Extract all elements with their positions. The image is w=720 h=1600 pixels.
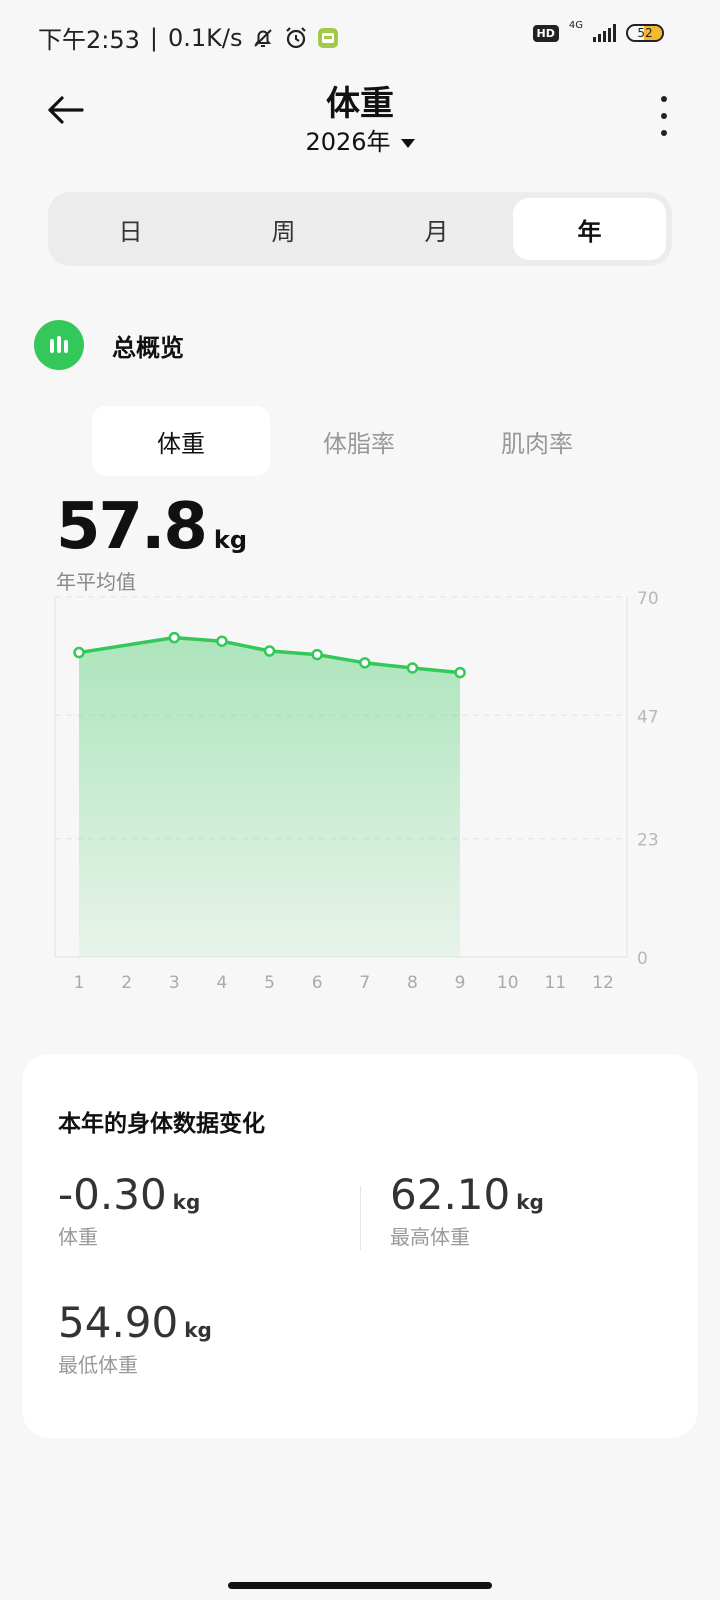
tab-body-fat[interactable]: 体脂率	[270, 406, 448, 476]
x-tick-label: 5	[264, 973, 275, 993]
app-notification-icon	[317, 27, 339, 49]
x-tick-label: 9	[455, 973, 466, 993]
network-type: 4G	[568, 19, 583, 31]
chart-data-point	[406, 662, 419, 674]
tab-year[interactable]: 年	[513, 198, 666, 260]
yearly-change-card: 本年的身体数据变化 -0.30 kg 体重 62.10 kg 最高体重 54.90 k…	[22, 1054, 698, 1438]
caret-down-icon	[400, 138, 415, 148]
bar-chart-icon	[34, 320, 84, 370]
metric-tabs: 体重 体脂率 肌肉率	[92, 406, 626, 476]
chart-data-point	[216, 635, 228, 647]
more-dot	[661, 113, 667, 119]
x-tick-label: 2	[121, 973, 132, 993]
x-tick-label: 10	[497, 973, 519, 993]
status-left: 下午2:53 | 0.1K/s	[38, 20, 339, 55]
stat-unit: kg	[516, 1190, 544, 1214]
x-tick-label: 12	[592, 973, 614, 993]
tab-week[interactable]: 周	[207, 198, 360, 260]
chart-data-point	[73, 646, 85, 659]
tab-muscle-rate[interactable]: 肌肉率	[448, 406, 626, 476]
chart-area-fill	[79, 637, 461, 957]
more-dot	[661, 130, 667, 136]
stat-value: -0.30	[58, 1170, 167, 1219]
stat-weight-change: -0.30 kg 体重	[58, 1170, 200, 1250]
average-unit: kg	[213, 526, 248, 554]
more-dot	[661, 96, 667, 102]
status-right: HD 4G 52	[532, 20, 664, 42]
hd-badge: HD	[532, 24, 559, 42]
y-tick-label: 47	[637, 707, 659, 727]
chart-data-point	[454, 666, 466, 679]
stat-label: 体重	[58, 1225, 98, 1249]
alarm-icon	[283, 25, 309, 51]
overview-label: 总概览	[112, 333, 184, 362]
x-tick-label: 4	[216, 973, 227, 993]
weight-chart-svg: 02347701 2 3 4 5 6 7 8 9 10 11 12	[54, 589, 659, 993]
chart-data-point	[263, 645, 276, 657]
tab-month[interactable]: 月	[360, 198, 513, 260]
y-tick-label: 23	[637, 831, 659, 851]
x-tick-label: 7	[359, 973, 370, 993]
page-title: 体重	[326, 84, 394, 124]
more-button[interactable]	[652, 96, 676, 136]
status-time: 下午2:53	[38, 26, 140, 54]
chart-data-point	[168, 631, 181, 644]
stat-unit: kg	[172, 1190, 201, 1214]
stat-max-weight: 62.10 kg 最高体重	[390, 1170, 544, 1250]
average-value: 57.8 kg	[56, 490, 247, 564]
stat-unit: kg	[184, 1318, 212, 1342]
battery-icon: 52	[626, 24, 664, 42]
y-tick-label: 70	[637, 590, 659, 609]
x-tick-label: 8	[407, 973, 418, 993]
home-indicator[interactable]	[228, 1582, 492, 1589]
tab-day[interactable]: 日	[54, 198, 207, 260]
status-bar: 下午2:53 | 0.1K/s HD 4G 52	[0, 0, 720, 72]
period-tabs: 日 周 月 年	[48, 192, 672, 266]
x-tick-label: 3	[169, 973, 180, 993]
divider	[360, 1186, 361, 1250]
chart-data-point	[311, 648, 323, 661]
overview-header: 总概览	[34, 320, 184, 370]
x-tick-label: 11	[545, 973, 567, 993]
average-number: 57.8	[56, 490, 208, 564]
status-separator: |	[149, 23, 158, 52]
stat-label: 最低体重	[58, 1353, 138, 1377]
weight-chart: 0 23 47 70 1 2 3 4 5 6 7 8 9 10 11 12	[0, 589, 720, 1010]
stat-label: 最高体重	[390, 1225, 470, 1249]
chart-data-point	[359, 657, 371, 669]
stat-min-weight: 54.90 kg 最低体重	[58, 1298, 212, 1378]
y-tick-label: 0	[637, 949, 648, 969]
bell-off-icon	[251, 26, 275, 50]
signal-icon	[593, 24, 616, 42]
year-label: 2026年	[305, 128, 391, 156]
network-speed: 0.1K/s	[168, 23, 243, 52]
card-title: 本年的身体数据变化	[58, 1111, 265, 1137]
x-tick-label: 6	[312, 973, 323, 993]
battery-level: 52	[637, 26, 653, 40]
x-tick-label: 1	[74, 973, 85, 993]
tab-weight[interactable]: 体重	[92, 406, 270, 476]
stat-value: 62.10	[390, 1170, 511, 1219]
header: 体重 2026年	[0, 72, 720, 172]
year-selector[interactable]: 2026年	[0, 122, 720, 157]
stat-value: 54.90	[58, 1298, 179, 1347]
